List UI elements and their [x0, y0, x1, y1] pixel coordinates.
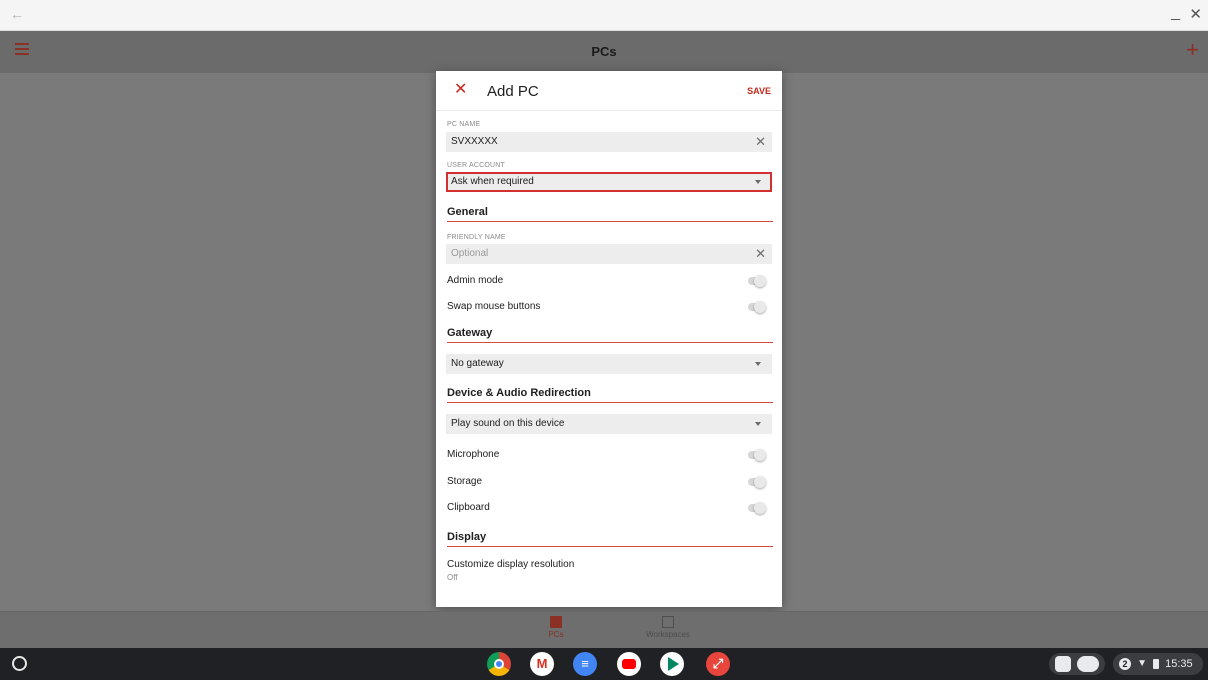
battery-icon — [1153, 659, 1160, 670]
bottom-navigation: PCs Workspaces — [0, 611, 1208, 648]
swap-mouse-toggle[interactable] — [748, 301, 766, 313]
dropdown-caret-icon — [755, 180, 761, 184]
gateway-dropdown[interactable]: No gateway — [446, 354, 772, 374]
sound-dropdown[interactable]: Play sound on this device — [446, 414, 772, 434]
tray-holding-space[interactable] — [1049, 653, 1105, 675]
clipboard-toggle[interactable] — [748, 502, 766, 514]
wifi-icon: ▼ — [1137, 658, 1147, 670]
clear-icon[interactable]: ✕ — [755, 132, 766, 152]
dropdown-caret-icon — [755, 362, 761, 366]
admin-mode-toggle[interactable] — [748, 275, 766, 287]
window-close-icon[interactable]: ✕ — [1189, 5, 1202, 23]
docs-icon[interactable]: ≡ — [573, 652, 597, 676]
add-icon[interactable]: + — [1186, 39, 1199, 61]
status-area[interactable]: 2 ▼ 15:35 — [1113, 653, 1203, 675]
dialog-header: ✕ Add PC SAVE — [436, 71, 782, 111]
swap-mouse-label: Swap mouse buttons — [447, 301, 541, 312]
gateway-value: No gateway — [451, 358, 504, 369]
dropdown-caret-icon — [755, 422, 761, 426]
dialog-close-icon[interactable]: ✕ — [454, 81, 467, 99]
pc-name-label: PC NAME — [447, 121, 481, 128]
storage-toggle[interactable] — [748, 476, 766, 488]
remote-desktop-icon[interactable]: ⤢ — [706, 652, 730, 676]
section-general-title: General — [447, 206, 773, 222]
play-store-icon[interactable] — [660, 652, 684, 676]
gmail-icon[interactable]: M — [530, 652, 554, 676]
chrome-icon[interactable] — [487, 652, 511, 676]
customize-resolution-value: Off — [447, 573, 458, 582]
nav-item-workspaces[interactable]: Workspaces — [638, 616, 698, 639]
app-bar: PCs + — [0, 31, 1208, 73]
window-title-bar: ← _ ✕ — [0, 0, 1208, 31]
user-account-label: USER ACCOUNT — [447, 162, 506, 169]
nav-workspaces-label: Workspaces — [646, 630, 690, 639]
section-device-audio-title: Device & Audio Redirection — [447, 387, 773, 403]
save-button[interactable]: SAVE — [747, 86, 771, 96]
pc-name-field[interactable]: SVXXXXX ✕ — [446, 132, 772, 152]
screen-capture-icon — [1077, 656, 1099, 672]
clipboard-label: Clipboard — [447, 502, 490, 513]
system-shelf: M ≡ ⤢ 2 ▼ 15:35 — [0, 648, 1208, 680]
admin-mode-label: Admin mode — [447, 275, 504, 286]
clock-time: 15:35 — [1165, 658, 1193, 671]
customize-resolution-label[interactable]: Customize display resolution — [447, 559, 574, 570]
back-arrow-icon[interactable]: ← — [10, 6, 24, 22]
section-display-title: Display — [447, 531, 773, 547]
microphone-toggle[interactable] — [748, 449, 766, 461]
dialog-title: Add PC — [487, 83, 539, 100]
section-gateway-title: Gateway — [447, 327, 773, 343]
clear-icon[interactable]: ✕ — [755, 244, 766, 264]
holding-space-icon — [1055, 656, 1071, 672]
monitor-icon — [550, 616, 562, 628]
launcher-icon[interactable] — [12, 656, 27, 671]
sound-value: Play sound on this device — [451, 418, 565, 429]
add-pc-dialog: ✕ Add PC SAVE PC NAME SVXXXXX ✕ USER ACC… — [436, 71, 782, 607]
friendly-name-label: FRIENDLY NAME — [447, 234, 506, 241]
storage-label: Storage — [447, 476, 483, 487]
friendly-name-placeholder: Optional — [451, 248, 489, 259]
app-bar-title: PCs — [591, 44, 617, 59]
friendly-name-field[interactable]: Optional ✕ — [446, 244, 772, 264]
user-account-value: Ask when required — [451, 176, 534, 187]
microphone-label: Microphone — [447, 449, 500, 460]
notification-count-badge: 2 — [1119, 658, 1131, 671]
user-account-dropdown[interactable]: Ask when required — [446, 172, 772, 192]
workspaces-grid-icon — [662, 616, 674, 628]
nav-item-pcs[interactable]: PCs — [541, 616, 571, 639]
nav-pcs-label: PCs — [548, 630, 564, 639]
minimize-icon[interactable]: _ — [1171, 4, 1180, 22]
youtube-icon[interactable] — [617, 652, 641, 676]
pc-name-value: SVXXXXX — [451, 136, 498, 147]
